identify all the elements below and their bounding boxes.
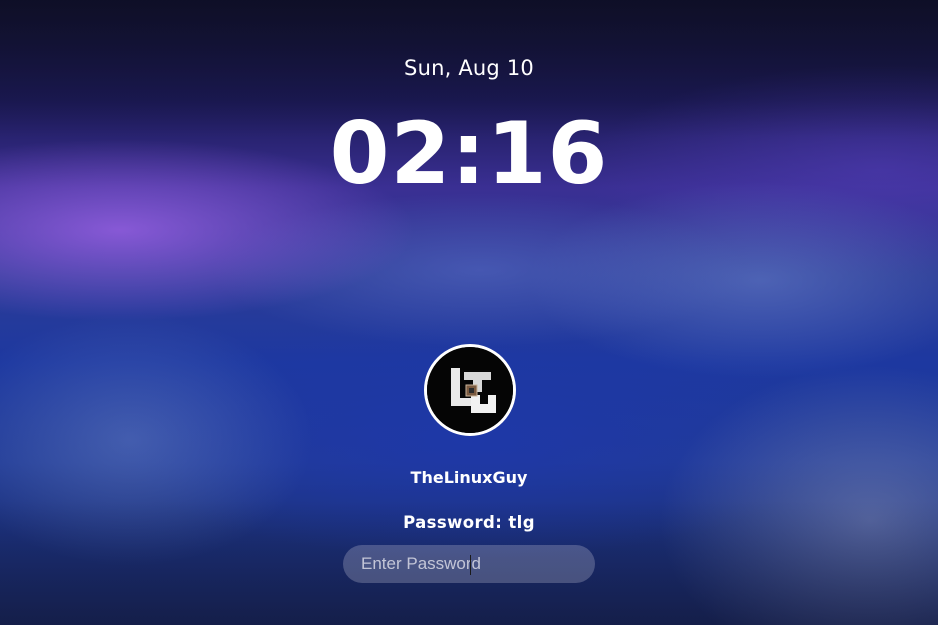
clock-time: 02:16 bbox=[329, 104, 609, 204]
password-hint: Password: tlg bbox=[403, 513, 535, 532]
password-field-container[interactable] bbox=[343, 545, 595, 583]
text-cursor bbox=[470, 555, 471, 575]
lock-screen: Sun, Aug 10 02:16 TheLinuxGuy Password: … bbox=[0, 0, 938, 625]
date-label: Sun, Aug 10 bbox=[404, 56, 534, 80]
password-input[interactable] bbox=[343, 545, 595, 583]
tlg-logo-icon bbox=[427, 347, 513, 433]
user-avatar[interactable] bbox=[424, 344, 516, 436]
username-label: TheLinuxGuy bbox=[410, 468, 528, 487]
